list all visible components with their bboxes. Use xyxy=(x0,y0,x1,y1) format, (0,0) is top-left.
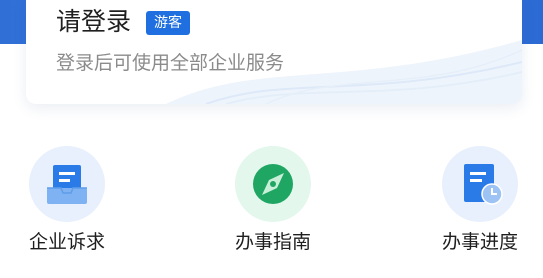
service-label: 办事进度 xyxy=(441,231,518,253)
compass-icon xyxy=(235,146,311,222)
service-enterprise-appeal[interactable]: 企业诉求 xyxy=(2,140,132,278)
service-progress[interactable]: 办事进度 xyxy=(415,140,543,278)
service-label: 企业诉求 xyxy=(28,231,105,253)
login-title[interactable]: 请登录 xyxy=(56,7,131,37)
progress-document-icon xyxy=(442,146,518,222)
guest-badge: 游客 xyxy=(146,11,190,35)
login-card[interactable]: 请登录 游客 登录后可使用全部企业服务 xyxy=(26,0,522,104)
service-grid: 企业诉求 办事指南 办事进度 xyxy=(0,140,543,278)
login-subtitle: 登录后可使用全部企业服务 xyxy=(56,52,285,74)
service-guide[interactable]: 办事指南 xyxy=(208,140,338,278)
service-label: 办事指南 xyxy=(234,231,311,253)
appeal-inbox-icon xyxy=(29,146,105,222)
